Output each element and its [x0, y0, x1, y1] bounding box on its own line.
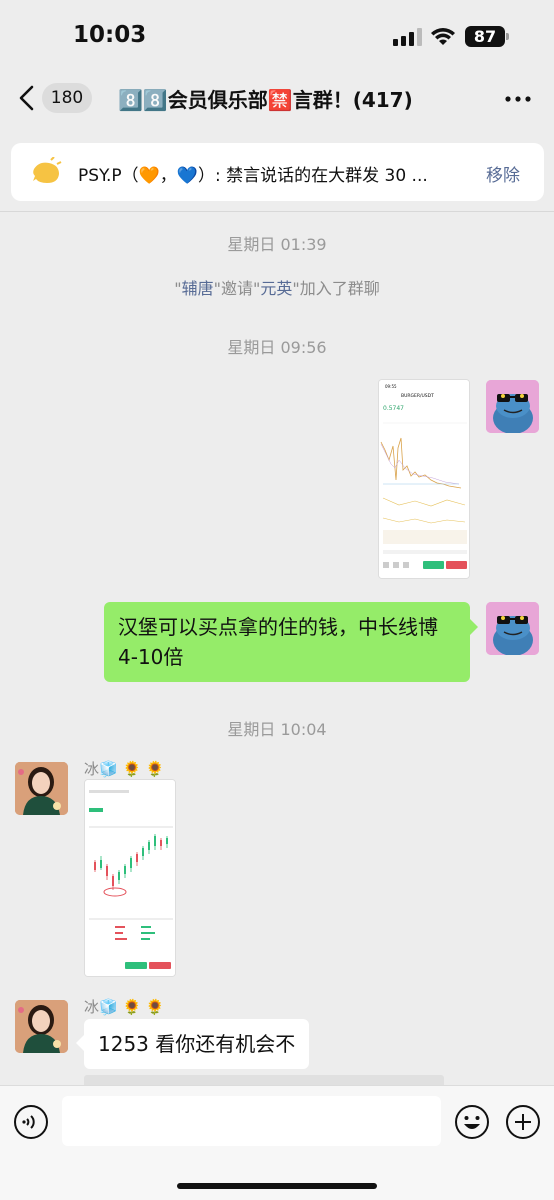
my-avatar[interactable] — [486, 602, 539, 655]
pinned-message-card[interactable]: PSY.P（🧡，💙）: 禁言说话的在大群发 30 ... 移除 — [11, 143, 544, 201]
pinned-text: PSY.P（🧡，💙）: 禁言说话的在大群发 30 ... — [78, 166, 428, 186]
girl-avatar-icon — [15, 762, 68, 815]
remove-pin-button[interactable]: 移除 — [486, 161, 520, 186]
quoted-message-preview[interactable] — [84, 1075, 444, 1085]
price-label: 0.5747 — [383, 405, 404, 412]
sys-user-link[interactable]: 元英 — [260, 279, 292, 298]
sys-quote: " — [174, 279, 182, 298]
received-text-bubble[interactable]: 1253 看你还有机会不 — [84, 1019, 310, 1069]
system-message: "辅唐"邀请"元英"加入了群聊 — [0, 275, 554, 299]
wifi-icon — [431, 28, 455, 45]
voice-input-icon[interactable] — [13, 1104, 49, 1140]
frog-avatar-icon — [486, 602, 539, 655]
timestamp: 星期日 01:39 — [227, 235, 327, 254]
battery-tip — [506, 33, 509, 40]
timestamp: 星期日 10:04 — [227, 720, 327, 739]
chat-title: 8️⃣8️⃣会员俱乐部🈲言群！(417) — [118, 88, 413, 112]
battery-indicator: 87 — [465, 26, 505, 47]
plus-icon[interactable] — [505, 1104, 541, 1140]
my-avatar[interactable] — [486, 380, 539, 433]
nav-bar: 180 8️⃣8️⃣会员俱乐部🈲言群！(417) — [0, 70, 554, 126]
sender-avatar[interactable] — [15, 1000, 68, 1053]
pair-label: BURGER/USDT — [401, 393, 434, 399]
image-message[interactable] — [84, 779, 176, 977]
frog-avatar-icon — [486, 380, 539, 433]
sys-text: "加入了群聊 — [292, 279, 380, 298]
sender-avatar[interactable] — [15, 762, 68, 815]
sent-text-bubble[interactable]: 汉堡可以买点拿的住的钱，中长线博 4-10倍 — [104, 602, 470, 682]
home-indicator — [177, 1183, 377, 1189]
bubble-tail — [470, 619, 478, 635]
svg-text:09:55: 09:55 — [385, 384, 397, 389]
more-icon[interactable] — [505, 96, 531, 102]
sender-name: 冰🧊 🌻 🌻 — [84, 998, 165, 1016]
timestamp: 星期日 09:56 — [227, 338, 327, 357]
signal-icon — [393, 28, 422, 46]
trading-chart-thumbnail: 09:55 BURGER/USDT 0.5747 — [379, 380, 469, 578]
sys-user-link[interactable]: 辅唐 — [182, 279, 214, 298]
message-input[interactable] — [62, 1096, 441, 1146]
back-icon[interactable] — [16, 84, 38, 112]
girl-avatar-icon — [15, 1000, 68, 1053]
unread-count-badge[interactable]: 180 — [42, 83, 92, 113]
kline-chart-thumbnail — [85, 780, 175, 976]
sender-name: 冰🧊 🌻 🌻 — [84, 760, 165, 778]
status-bar: 10:03 87 — [0, 0, 554, 70]
bubble-tail — [76, 1035, 84, 1051]
announcement-icon — [33, 157, 62, 183]
emoji-icon[interactable] — [454, 1104, 490, 1140]
divider — [0, 211, 554, 212]
image-message[interactable]: 09:55 BURGER/USDT 0.5747 — [378, 379, 470, 579]
status-time: 10:03 — [73, 22, 147, 48]
sys-text: "邀请" — [213, 279, 261, 298]
